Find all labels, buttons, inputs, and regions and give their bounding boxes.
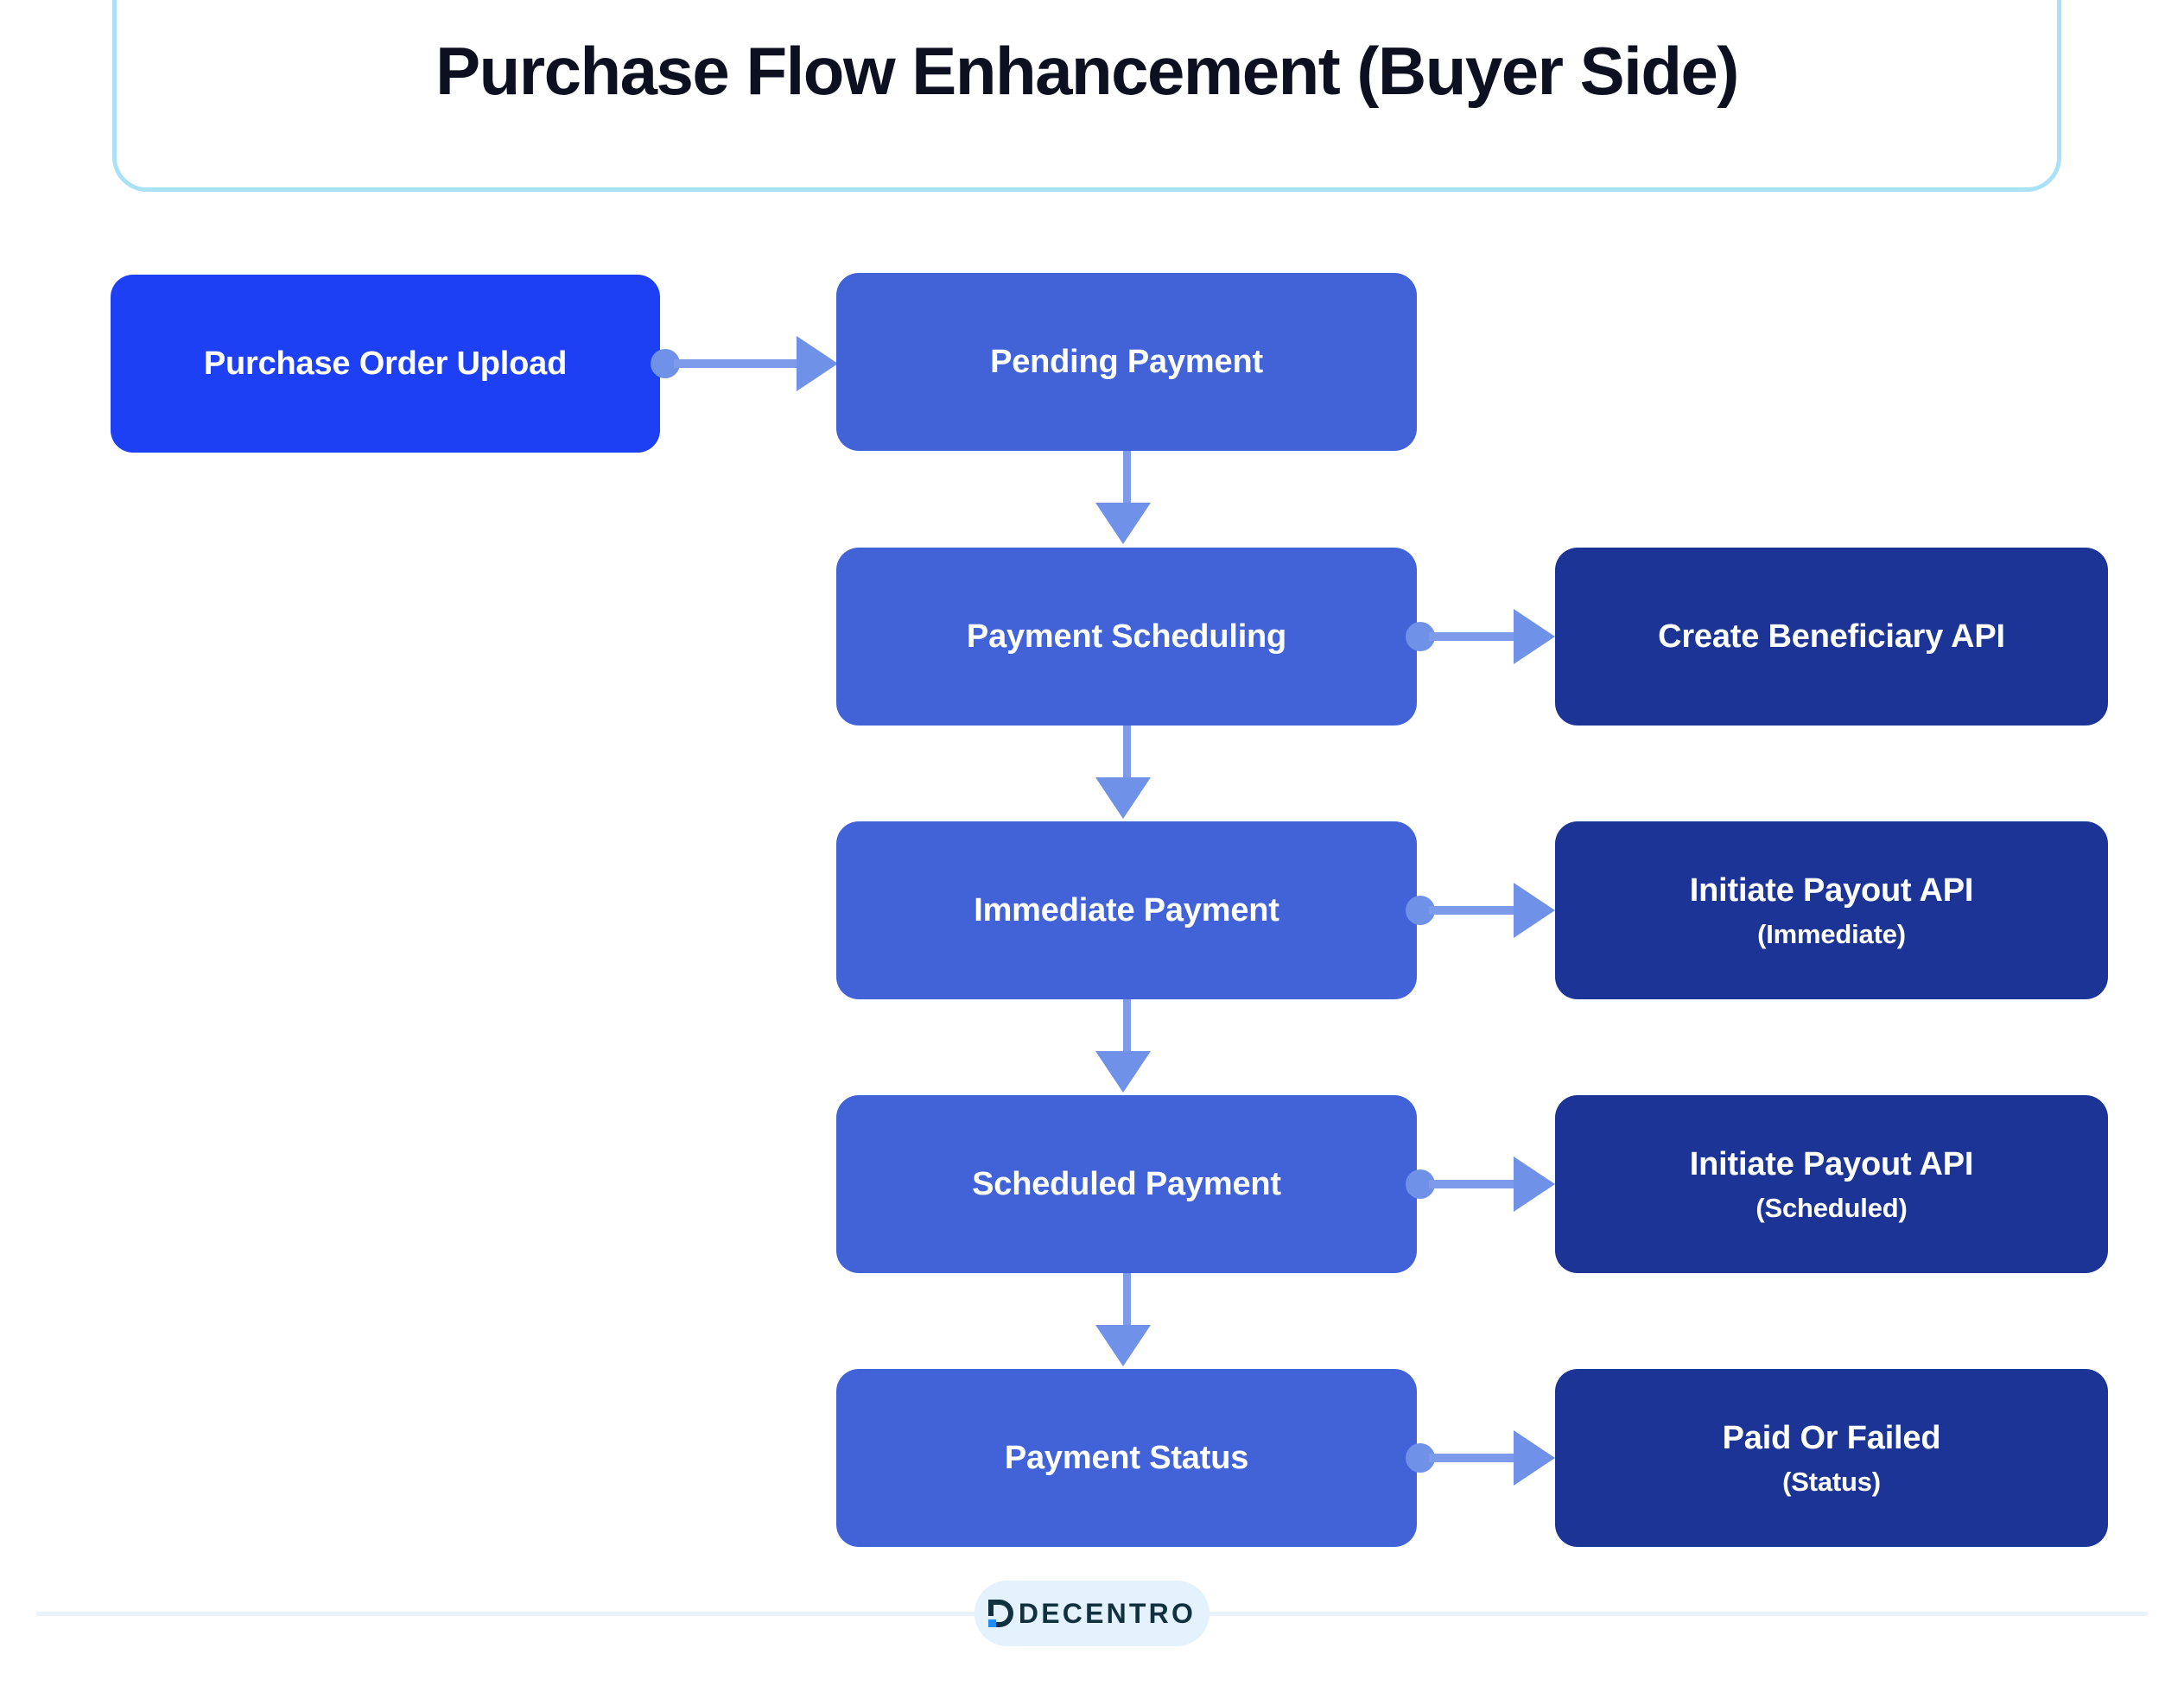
node-payment-scheduling[interactable]: Payment Scheduling (836, 548, 1417, 726)
node-immediate-payment[interactable]: Immediate Payment (836, 821, 1417, 999)
decentro-logo-mark-icon (987, 1600, 1014, 1627)
edge-arrow-immediate-to-scheduled (1095, 1051, 1151, 1093)
edge-line-immediate-to-scheduled (1123, 999, 1131, 1056)
node-sublabel: (Immediate) (1757, 918, 1906, 949)
node-label: Immediate Payment (974, 891, 1279, 928)
edge-arrow-scheduling-to-beneficiary (1514, 609, 1555, 664)
node-label: Initiate Payout API (1689, 872, 1974, 909)
node-sublabel: (Status) (1782, 1466, 1881, 1497)
node-paid-or-failed[interactable]: Paid Or Failed (Status) (1555, 1369, 2108, 1547)
node-payment-status[interactable]: Payment Status (836, 1369, 1417, 1547)
decentro-logo: DECENTRO (975, 1581, 1209, 1646)
node-purchase-order-upload[interactable]: Purchase Order Upload (111, 275, 660, 453)
edge-arrow-pending-to-scheduling (1095, 503, 1151, 544)
node-label: Initiate Payout API (1689, 1146, 1974, 1183)
edge-arrow-status-to-result (1514, 1430, 1555, 1486)
edge-arrow-start-to-pending (797, 336, 838, 391)
edge-line-scheduling-to-immediate (1123, 726, 1131, 783)
node-label: Pending Payment (990, 343, 1263, 380)
edge-arrow-scheduled-to-status (1095, 1325, 1151, 1366)
node-create-beneficiary-api[interactable]: Create Beneficiary API (1555, 548, 2108, 726)
edge-line-pending-to-scheduling (1123, 451, 1131, 508)
edge-arrow-immediate-to-payout (1514, 883, 1555, 938)
node-pending-payment[interactable]: Pending Payment (836, 273, 1417, 451)
node-label: Payment Status (1004, 1439, 1249, 1476)
node-scheduled-payment[interactable]: Scheduled Payment (836, 1095, 1417, 1273)
edge-line-scheduled-to-status (1123, 1273, 1131, 1330)
edge-arrow-scheduled-to-payout (1514, 1157, 1555, 1212)
node-label: Create Beneficiary API (1658, 618, 2005, 655)
node-label: Purchase Order Upload (203, 345, 568, 382)
flow-diagram: Purchase Order Upload Pending Payment Pa… (0, 0, 2184, 1692)
node-label: Scheduled Payment (972, 1165, 1281, 1202)
node-label: Paid Or Failed (1722, 1420, 1941, 1457)
node-initiate-payout-api-scheduled[interactable]: Initiate Payout API (Scheduled) (1555, 1095, 2108, 1273)
edge-arrow-scheduling-to-immediate (1095, 777, 1151, 819)
node-initiate-payout-api-immediate[interactable]: Initiate Payout API (Immediate) (1555, 821, 2108, 999)
edge-line-start-to-pending (674, 359, 816, 368)
node-label: Payment Scheduling (966, 618, 1287, 655)
node-sublabel: (Scheduled) (1755, 1192, 1908, 1223)
decentro-logo-text: DECENTRO (1018, 1598, 1197, 1629)
